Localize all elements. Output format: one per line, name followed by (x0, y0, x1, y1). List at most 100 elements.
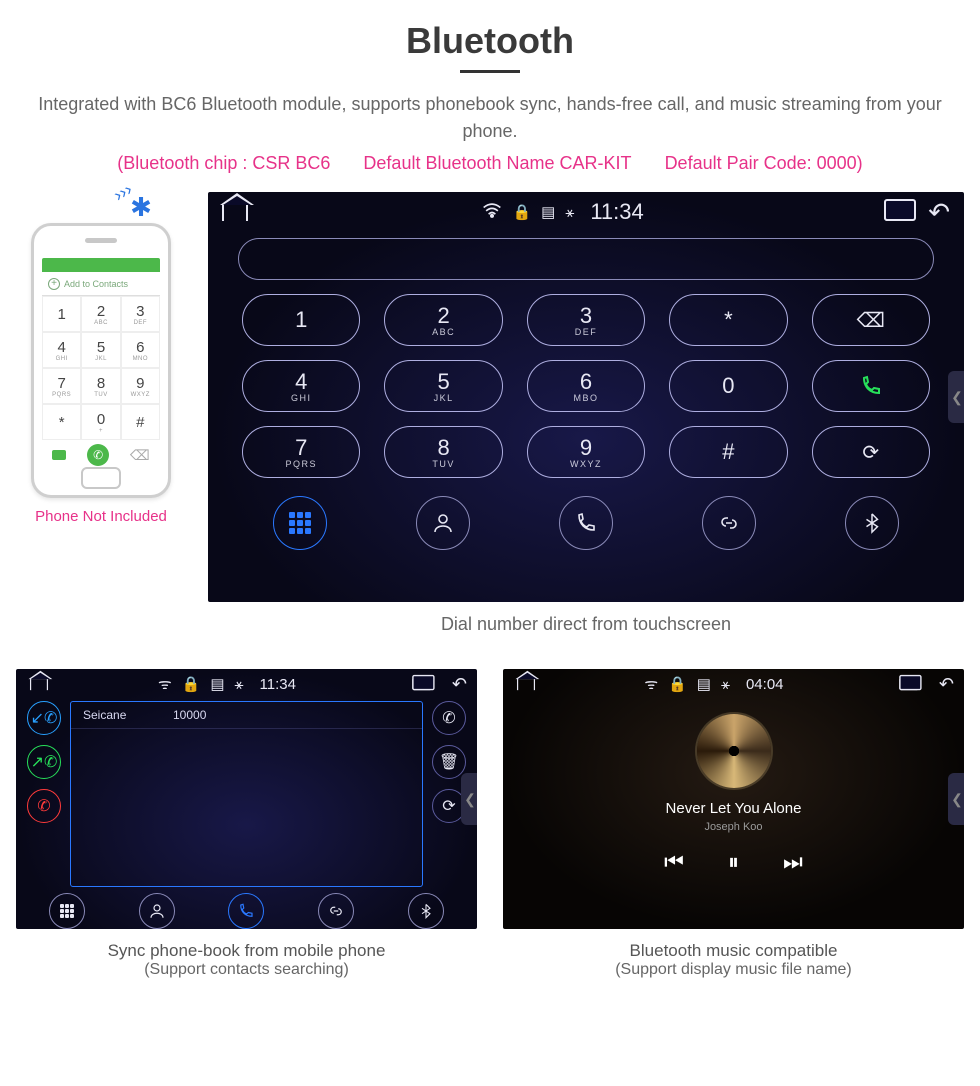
sd-card-icon: ▤ (541, 203, 555, 221)
nav-call-log[interactable] (559, 496, 613, 550)
recent-apps-icon[interactable] (412, 678, 432, 691)
bluetooth-specs: (Bluetooth chip : CSR BC6 Default Blueto… (16, 153, 964, 174)
dialer-screen: 🔒 ▤ ⚹ 11:34 ↶ 1 2ABC 3DEF * ⌫ 4GHI 5JKL 6MBO 0 7P… (208, 192, 964, 602)
phone-key-*[interactable]: * (42, 404, 81, 440)
phone-key-#[interactable]: # (121, 404, 160, 440)
delete-contact-icon[interactable]: 🗑 (432, 745, 466, 779)
phone-backspace-icon[interactable]: ⌫ (130, 447, 150, 464)
album-art (697, 714, 771, 788)
home-icon[interactable] (517, 678, 535, 691)
bluetooth-icon: ✱››› (96, 192, 186, 223)
number-input[interactable] (238, 238, 934, 280)
dial-key-#[interactable]: # (669, 426, 787, 478)
recent-apps-icon[interactable] (884, 203, 912, 221)
side-drawer-handle[interactable]: ❮ (461, 773, 477, 825)
dial-key-0[interactable]: 0 (669, 360, 787, 412)
phone-key-4[interactable]: 4GHI (42, 332, 81, 368)
missed-calls-icon[interactable]: ✆ (27, 789, 61, 823)
phonebook-caption: Sync phone-book from mobile phone (Suppo… (16, 941, 477, 979)
dial-key-7[interactable]: 7PQRS (242, 426, 360, 478)
received-calls-icon[interactable]: ↙✆ (27, 701, 61, 735)
contact-row[interactable]: Seicane 10000 (71, 702, 422, 729)
phone-statusbar (42, 258, 160, 272)
dial-key-1[interactable]: 1 (242, 294, 360, 346)
dial-key-8[interactable]: 8TUV (384, 426, 502, 478)
wifi-icon: ᯤ (158, 674, 172, 694)
title-underline (460, 70, 520, 73)
lock-icon: 🔒 (512, 203, 531, 221)
nav-call-log[interactable] (228, 893, 264, 929)
plus-icon: + (48, 278, 60, 290)
phone-key-5[interactable]: 5JKL (81, 332, 120, 368)
clock: 11:34 (590, 199, 643, 225)
contact-number: 10000 (173, 708, 206, 722)
video-call-icon[interactable] (52, 450, 66, 460)
track-title: Never Let You Alone (666, 800, 802, 817)
nav-contacts[interactable] (416, 496, 470, 550)
phone-key-0[interactable]: 0+ (81, 404, 120, 440)
dialed-calls-icon[interactable]: ↗✆ (27, 745, 61, 779)
back-icon[interactable]: ↶ (928, 197, 950, 228)
nav-pair[interactable] (702, 496, 756, 550)
spec-name: Default Bluetooth Name CAR-KIT (363, 153, 631, 173)
dial-key-5[interactable]: 5JKL (384, 360, 502, 412)
music-screen: ᯤ 🔒 ▤ ⚹ 04:04 ↶ Never Let You Alone Jose… (503, 669, 964, 929)
status-icons: ᯤ 🔒 ▤ ⚹ 11:34 (158, 674, 302, 694)
bluetooth-status-icon: ⚹ (721, 676, 730, 693)
play-pause-button[interactable]: ⏸ (728, 849, 739, 875)
prev-track-button[interactable]: ⏮ (664, 849, 684, 875)
back-icon[interactable]: ↶ (939, 674, 954, 695)
wifi-icon (482, 202, 502, 222)
swap-key[interactable]: ⟳ (812, 426, 930, 478)
phone-key-1[interactable]: 1 (42, 296, 81, 332)
phone-call-button[interactable]: ✆ (87, 444, 109, 466)
nav-contacts[interactable] (139, 893, 175, 929)
phone-key-3[interactable]: 3DEF (121, 296, 160, 332)
nav-bluetooth[interactable] (408, 893, 444, 929)
sd-card-icon: ▤ (210, 675, 224, 693)
phone-key-6[interactable]: 6MNO (121, 332, 160, 368)
add-contacts-label: Add to Contacts (64, 279, 128, 289)
dialer-caption: Dial number direct from touchscreen (208, 614, 964, 635)
add-contacts-button[interactable]: + Add to Contacts (42, 272, 160, 296)
sd-card-icon: ▤ (697, 675, 711, 693)
side-drawer-handle[interactable]: ❮ (948, 371, 964, 423)
side-drawer-handle[interactable]: ❮ (948, 773, 964, 825)
dial-key-4[interactable]: 4GHI (242, 360, 360, 412)
phone-key-7[interactable]: 7PQRS (42, 368, 81, 404)
next-track-button[interactable]: ⏭ (783, 849, 803, 875)
bluetooth-status-icon: ⚹ (235, 676, 244, 693)
call-key[interactable] (812, 360, 930, 412)
lock-icon: 🔒 (668, 675, 687, 693)
dial-contact-icon[interactable]: ✆ (432, 701, 466, 735)
wifi-icon: ᯤ (644, 674, 658, 694)
contacts-list[interactable]: Seicane 10000 (70, 701, 423, 887)
back-icon[interactable]: ↶ (452, 674, 467, 695)
clock: 11:34 (260, 676, 296, 693)
nav-dialpad[interactable] (273, 496, 327, 550)
phone-caption: Phone Not Included (16, 508, 186, 525)
dial-key-6[interactable]: 6MBO (527, 360, 645, 412)
clock: 04:04 (746, 676, 784, 693)
home-icon[interactable] (222, 203, 248, 221)
phone-key-2[interactable]: 2ABC (81, 296, 120, 332)
lock-icon: 🔒 (182, 675, 201, 693)
nav-dialpad[interactable] (49, 893, 85, 929)
phone-mockup: + Add to Contacts 12ABC3DEF 4GHI5JKL6MNO 7… (31, 223, 171, 498)
status-icons: ᯤ 🔒 ▤ ⚹ 04:04 (644, 674, 789, 694)
phone-key-8[interactable]: 8TUV (81, 368, 120, 404)
dial-key-*[interactable]: * (669, 294, 787, 346)
backspace-key[interactable]: ⌫ (812, 294, 930, 346)
track-artist: Joseph Koo (704, 821, 762, 833)
nav-bluetooth[interactable] (845, 496, 899, 550)
subtitle-text: Integrated with BC6 Bluetooth module, su… (16, 91, 964, 145)
nav-pair[interactable] (318, 893, 354, 929)
spec-pair: Default Pair Code: 0000) (665, 153, 863, 173)
dial-key-2[interactable]: 2ABC (384, 294, 502, 346)
bluetooth-status-icon: ⚹ (565, 204, 574, 221)
dial-key-9[interactable]: 9WXYZ (527, 426, 645, 478)
dial-key-3[interactable]: 3DEF (527, 294, 645, 346)
recent-apps-icon[interactable] (899, 678, 919, 691)
phone-key-9[interactable]: 9WXYZ (121, 368, 160, 404)
home-icon[interactable] (30, 678, 48, 691)
